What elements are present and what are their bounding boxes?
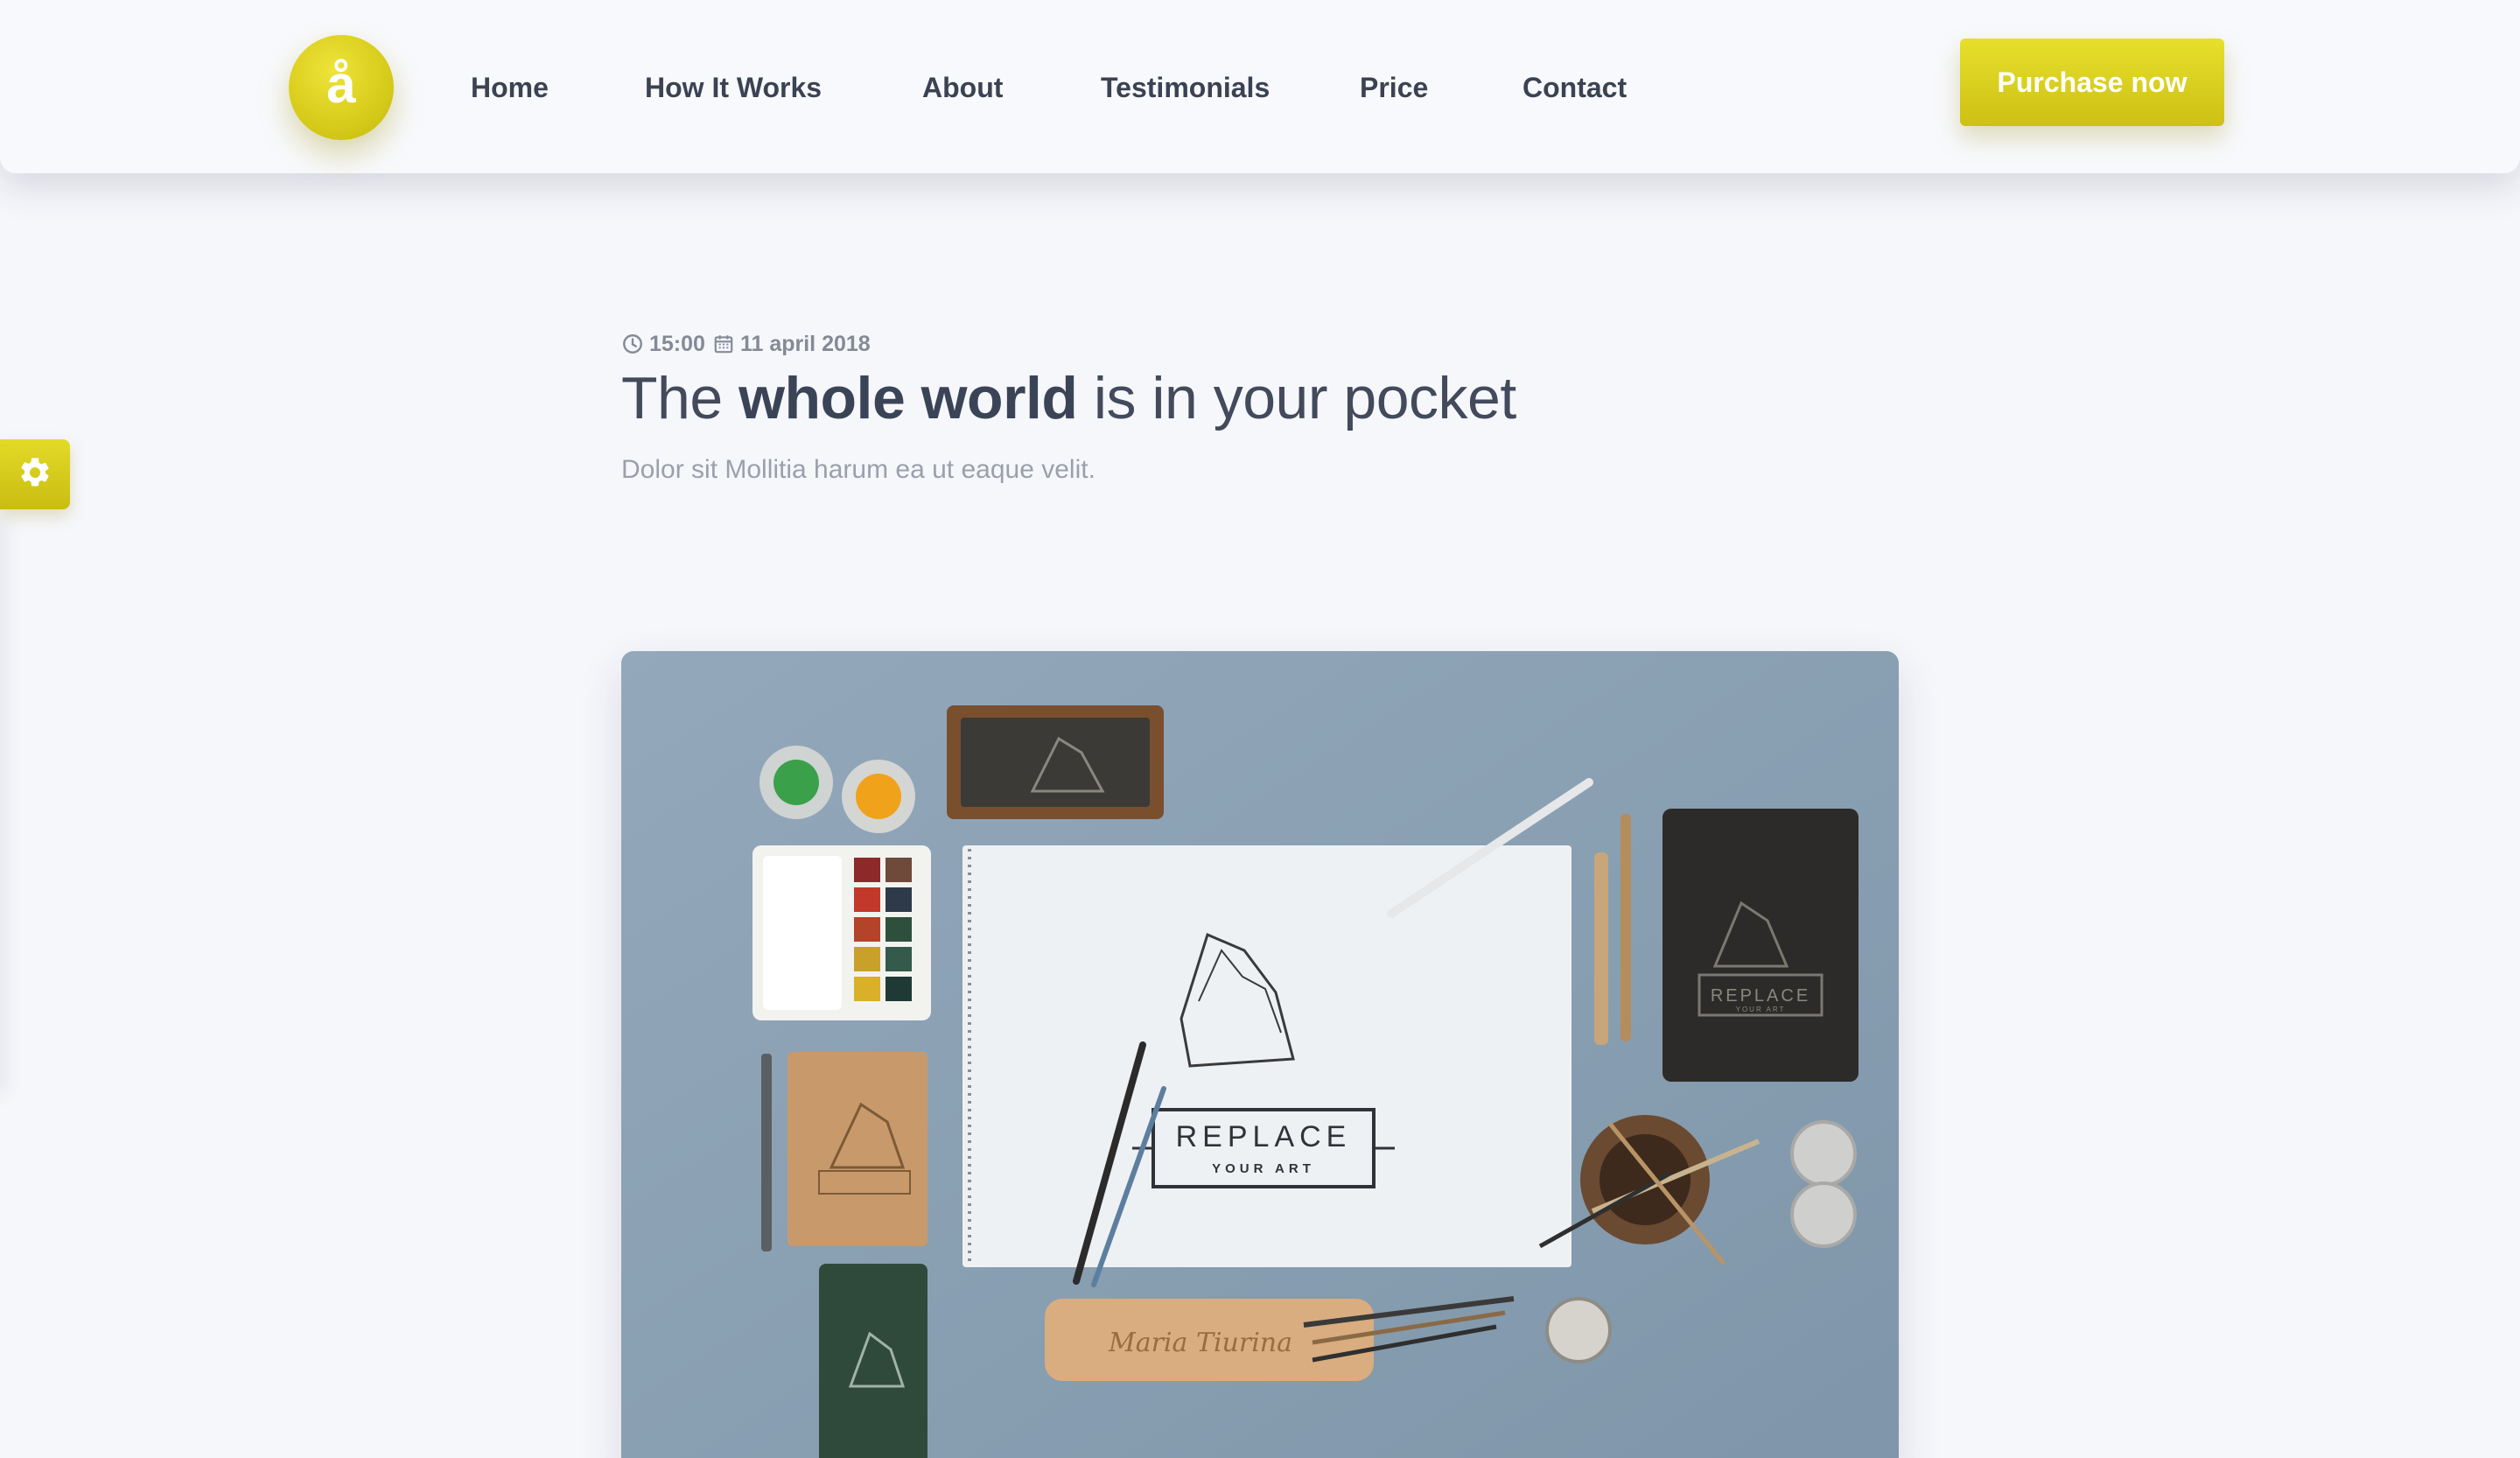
gear-icon [18, 455, 52, 494]
post-headline: The whole world is in your pocket [621, 364, 1516, 432]
settings-toggle-button[interactable] [0, 439, 70, 509]
nav-item-about[interactable]: About [922, 63, 1003, 112]
headline-end: is in your pocket [1077, 365, 1516, 431]
nav-item-contact[interactable]: Contact [1522, 63, 1627, 112]
post-meta: 15:00 11 april 2018 [621, 331, 871, 357]
black-pencil [761, 1054, 772, 1251]
headline-emphasis: whole world [738, 365, 1078, 431]
nav-item-price[interactable]: Price [1360, 63, 1428, 112]
svg-text:YOUR ART: YOUR ART [1736, 1006, 1786, 1013]
pocket-watch [1545, 1297, 1612, 1363]
page: å Home How It Works About Testimonials P… [0, 0, 2520, 1458]
post-subtitle: Dolor sit Mollitia harum ea ut eaque vel… [621, 455, 1096, 484]
sketchbook: REPLACE YOUR ART [962, 845, 1572, 1267]
wooden-tray [947, 705, 1164, 819]
logo[interactable]: å [289, 35, 394, 140]
tin-2 [1790, 1181, 1857, 1248]
svg-text:YOUR ART: YOUR ART [1212, 1161, 1315, 1176]
svg-text:REPLACE: REPLACE [1176, 1120, 1352, 1153]
pencil-1 [1594, 852, 1608, 1045]
svg-text:REPLACE: REPLACE [1711, 986, 1810, 1006]
purchase-now-button[interactable]: Purchase now [1960, 39, 2224, 126]
calendar-icon [712, 333, 735, 355]
nav-item-testimonials[interactable]: Testimonials [1101, 63, 1270, 112]
post-time: 15:00 [649, 331, 705, 356]
watercolor-palette [752, 845, 931, 1020]
nav-item-how-it-works[interactable]: How It Works [645, 63, 822, 112]
hero-image: REPLACE YOUR ART REPLACE YOUR ART Maria … [621, 651, 1899, 1458]
site-header: å Home How It Works About Testimonials P… [0, 0, 2520, 173]
dark-notebook: REPLACE YOUR ART [1662, 809, 1858, 1082]
pencil-2 [1620, 814, 1631, 1041]
svg-text:Maria Tiurina: Maria Tiurina [1108, 1328, 1292, 1358]
tin-1 [1790, 1120, 1857, 1187]
nav-item-home[interactable]: Home [471, 63, 549, 112]
art-supplies-flatlay: REPLACE YOUR ART REPLACE YOUR ART Maria … [621, 651, 1899, 1458]
clock-icon [621, 333, 644, 355]
kraft-card [788, 1052, 928, 1246]
headline-start: The [621, 365, 739, 431]
post-date: 11 april 2018 [739, 331, 871, 356]
green-card [819, 1264, 928, 1458]
